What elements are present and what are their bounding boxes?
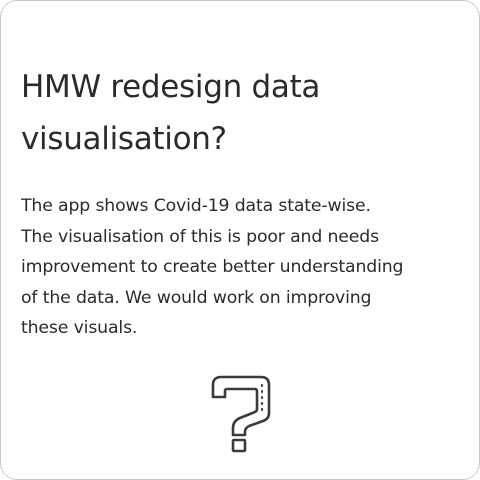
description-line: these visuals. <box>21 318 138 338</box>
question-mark-icon <box>211 375 271 453</box>
card-title-line-1: HMW redesign data <box>21 69 321 105</box>
description-line: The app shows Covid-19 data state-wise. <box>21 196 371 216</box>
card-description: The app shows Covid-19 data state-wise. … <box>21 191 469 344</box>
hmw-card: HMW redesign data visualisation? The app… <box>0 0 480 480</box>
card-title-line-2: visualisation? <box>21 121 227 157</box>
card-title: HMW redesign data visualisation? <box>21 61 461 165</box>
description-line: The visualisation of this is poor and ne… <box>21 226 379 247</box>
description-line: improvement to create better understandi… <box>21 257 404 277</box>
description-line: of the data. We would work on improving <box>21 287 372 308</box>
